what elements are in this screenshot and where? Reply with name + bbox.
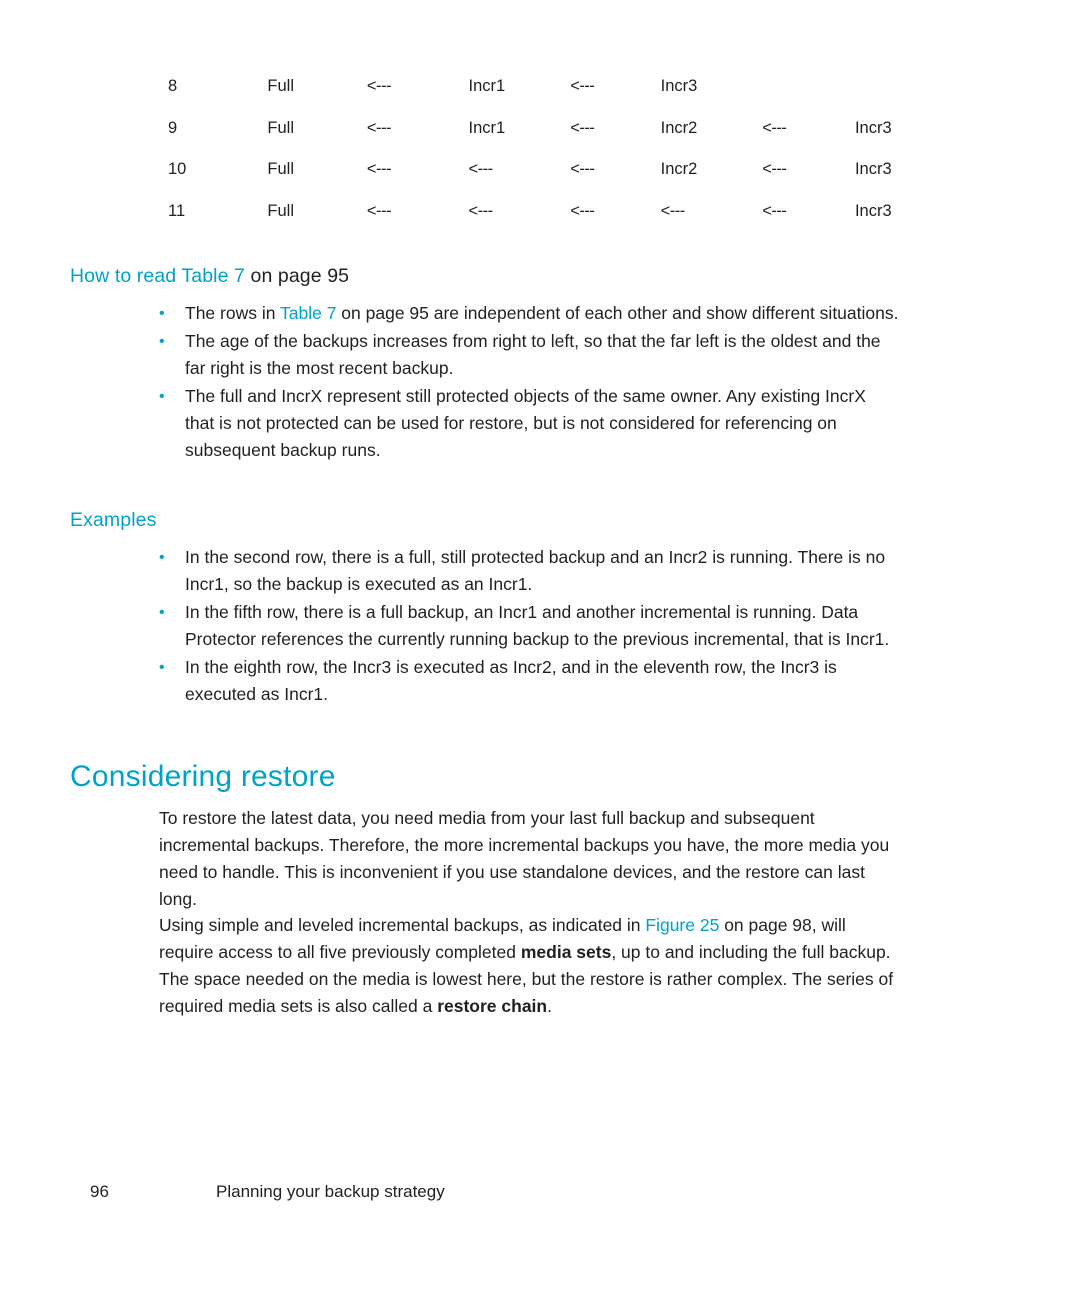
table-7-link[interactable]: Table 7 [280,303,336,323]
bullet-dot-icon: • [159,604,165,621]
table-row: 9 Full <--- Incr1 <--- Incr2 <--- Incr3 [168,108,968,150]
list-item: • In the eighth row, the Incr3 is execut… [159,654,899,708]
footer-page-number: 96 [90,1182,109,1201]
list-item: • In the second row, there is a full, st… [159,544,899,598]
bullet-dot-icon: • [159,659,165,676]
list-item-text: In the eighth row, the Incr3 is executed… [185,657,837,704]
cell-arrow-2: <--- [570,118,595,137]
cell-arrow-2: <--- [570,201,595,220]
backup-levels-table: 8 Full <--- Incr1 <--- Incr3 9 Full <---… [168,66,968,232]
cell-arrow-3: <--- [762,160,787,179]
para2-bold-restore-chain: restore chain [437,996,548,1016]
cell-full: Full [267,77,295,96]
list-item-text: In the second row, there is a full, stil… [185,547,886,594]
para2-bold-media-sets: media sets [520,942,612,962]
cell-full: Full [267,201,295,220]
bullet-dot-icon: • [159,549,165,566]
cell-level-3: Incr3 [854,201,892,220]
cell-level-2: Incr2 [660,160,698,179]
list-item-text: The age of the backups increases from ri… [185,331,881,378]
how-to-read-heading: How to read Table 7 on page 95 [70,265,349,288]
bullet-post: on page 95 are independent of each other… [336,303,899,323]
cell-level-2: Incr2 [660,118,698,137]
cell-level-3: Incr3 [854,118,892,137]
cell-level-3: Incr3 [854,160,892,179]
cell-arrow-3: <--- [762,201,787,220]
how-to-read-suffix: on page 95 [244,265,350,287]
figure-25-link[interactable]: Figure 25 [645,915,719,935]
cell-level-2: Incr3 [660,77,698,96]
how-to-read-link[interactable]: How to read Table 7 [70,265,245,287]
list-item: • The rows in Table 7 on page 95 are ind… [159,300,899,327]
list-item-text: The full and IncrX represent still prote… [185,386,866,460]
restore-paragraph-1: To restore the latest data, you need med… [159,808,890,909]
list-item: • The full and IncrX represent still pro… [159,383,899,464]
cell-row-number: 11 [168,201,186,220]
cell-level-1: Incr1 [468,77,506,96]
bullet-dot-icon: • [159,333,165,350]
cell-full: Full [267,118,295,137]
cell-arrow-1: <--- [366,77,392,96]
list-item-text: In the fifth row, there is a full backup… [185,602,890,649]
cell-level-3 [855,66,968,108]
cell-level-1: Incr1 [468,118,506,137]
list-item: • The age of the backups increases from … [159,328,899,382]
cell-arrow-3: <--- [762,118,787,137]
table-body: 8 Full <--- Incr1 <--- Incr3 9 Full <---… [168,66,968,232]
document-page: 8 Full <--- Incr1 <--- Incr3 9 Full <---… [0,0,1080,1296]
cell-arrow-1: <--- [366,160,392,179]
table-row: 10 Full <--- <--- <--- Incr2 <--- Incr3 [168,149,968,191]
cell-arrow-1: <--- [366,118,392,137]
table-row: 8 Full <--- Incr1 <--- Incr3 [168,66,968,108]
examples-heading: Examples [70,509,157,531]
cell-arrow-1b: <--- [468,201,494,220]
examples-list: • In the second row, there is a full, st… [159,544,899,708]
bullet-pre: The rows in [185,303,280,323]
list-item: • In the fifth row, there is a full back… [159,599,899,653]
cell-arrow-2b: <--- [660,201,686,220]
page-title: Considering restore [70,760,336,793]
list-item-text: The rows in Table 7 on page 95 are indep… [185,300,899,327]
cell-row-number: 10 [168,160,187,179]
how-to-read-list: • The rows in Table 7 on page 95 are ind… [159,300,899,464]
footer-section-title: Planning your backup strategy [216,1182,445,1201]
para2-part4: . [547,996,552,1016]
cell-arrow-2: <--- [570,160,595,179]
bullet-dot-icon: • [159,388,165,405]
table-row: 11 Full <--- <--- <--- <--- <--- Incr3 [168,191,968,233]
cell-full: Full [267,160,295,179]
cell-arrow-1: <--- [366,201,392,220]
restore-paragraph-2: Using simple and leveled incremental bac… [159,912,899,1020]
cell-arrow-3 [762,66,855,108]
cell-row-number: 9 [168,118,178,137]
cell-row-number: 8 [168,77,178,96]
cell-arrow-2: <--- [570,77,595,96]
cell-arrow-1b: <--- [468,160,494,179]
bullet-dot-icon: • [159,305,165,322]
para2-part1: Using simple and leveled incremental bac… [159,915,646,935]
